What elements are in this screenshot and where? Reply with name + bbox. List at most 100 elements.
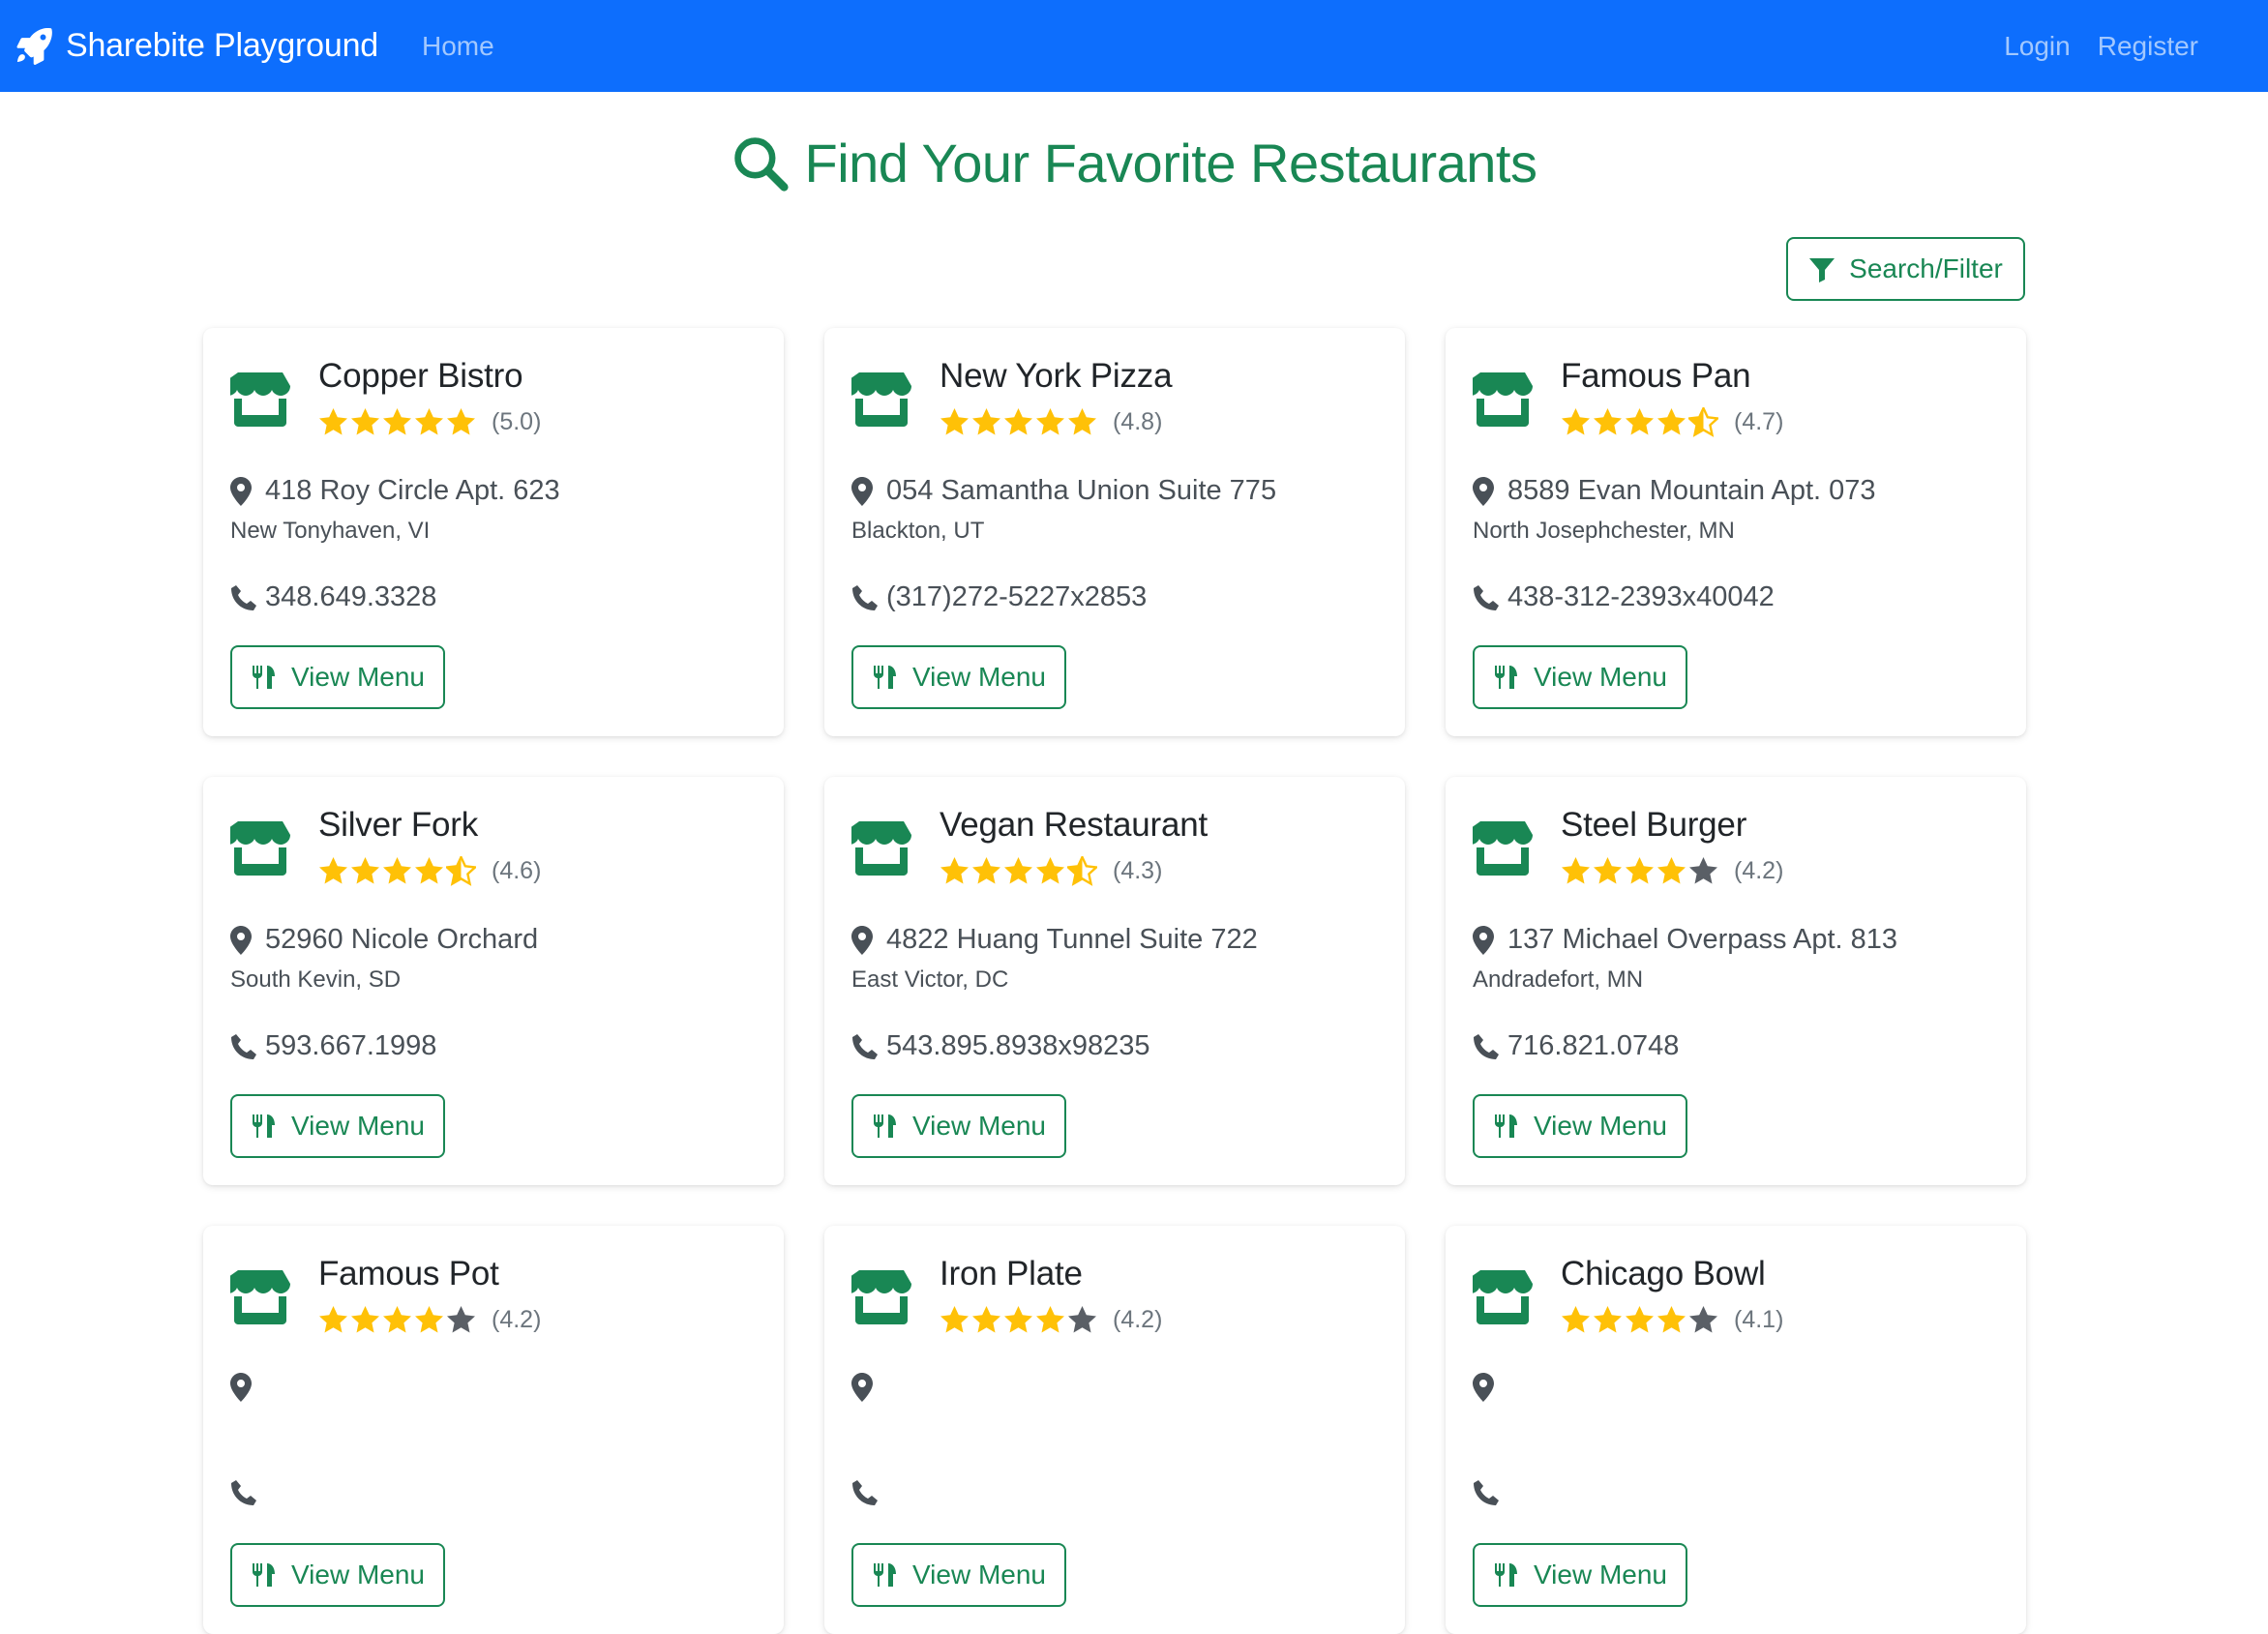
city-text: Blackton, UT xyxy=(851,518,985,544)
view-menu-label: View Menu xyxy=(911,662,1046,692)
address-row: 137 Michael Overpass Apt. 813 xyxy=(1473,924,1897,956)
address-text: 137 Michael Overpass Apt. 813 xyxy=(1507,924,1898,955)
phone-text: 348.649.3328 xyxy=(265,581,437,612)
phone-icon xyxy=(852,584,878,610)
rating-value: (4.6) xyxy=(492,857,542,884)
view-menu-button[interactable]: View Menu xyxy=(851,645,1066,709)
rating-stars xyxy=(318,407,476,437)
search-filter-button[interactable]: Search/Filter xyxy=(1786,237,2025,301)
store-icon xyxy=(1473,1270,1533,1324)
restaurant-card: Vegan Restaurant (4.3) 4822 Huang Tunnel… xyxy=(824,777,1405,1185)
rating-value: (4.1) xyxy=(1734,1306,1784,1333)
rating-stars xyxy=(1561,1305,1718,1335)
star-full-icon xyxy=(1068,408,1096,435)
view-menu-label: View Menu xyxy=(1533,662,1667,692)
address-text: 4822 Huang Tunnel Suite 722 xyxy=(886,924,1258,955)
restaurant-name: Vegan Restaurant xyxy=(940,806,1209,844)
star-full-icon xyxy=(1657,408,1686,435)
phone-text: 716.821.0748 xyxy=(1507,1030,1680,1061)
city-text: New Tonyhaven, VI xyxy=(230,518,431,544)
nav-register-link[interactable]: Register xyxy=(2098,31,2198,62)
utensils-icon xyxy=(1494,666,1517,689)
view-menu-label: View Menu xyxy=(290,1111,425,1141)
view-menu-button[interactable]: View Menu xyxy=(1473,645,1687,709)
utensils-icon xyxy=(873,1114,896,1138)
utensils-icon xyxy=(873,666,896,689)
phone-icon xyxy=(1474,1033,1499,1059)
star-full-icon xyxy=(383,408,411,435)
address-row: 054 Samantha Union Suite 775 xyxy=(851,475,1276,507)
rating-row: (4.7) xyxy=(1561,407,1783,437)
view-menu-label: View Menu xyxy=(1533,1560,1667,1589)
utensils-icon xyxy=(1494,1563,1517,1587)
rating-stars xyxy=(940,407,1097,437)
star-full-icon xyxy=(351,1306,379,1333)
star-empty-icon xyxy=(447,1306,475,1333)
map-pin-icon xyxy=(230,925,252,955)
map-pin-icon xyxy=(230,476,252,506)
map-pin-icon xyxy=(851,1373,873,1402)
map-pin-icon xyxy=(1473,476,1494,506)
view-menu-button[interactable]: View Menu xyxy=(230,645,445,709)
store-icon xyxy=(851,1270,911,1324)
phone-icon xyxy=(852,1033,878,1059)
view-menu-button[interactable]: View Menu xyxy=(851,1543,1066,1607)
star-full-icon xyxy=(415,408,443,435)
page-title-wrap: Find Your Favorite Restaurants xyxy=(0,132,2268,194)
view-menu-button[interactable]: View Menu xyxy=(851,1094,1066,1158)
phone-text: 438-312-2393x40042 xyxy=(1507,581,1775,612)
phone-row: (317)272-5227x2853 xyxy=(851,581,1147,613)
restaurant-card: Silver Fork (4.6) 52960 Nicole Orchard S… xyxy=(203,777,784,1185)
star-full-icon xyxy=(415,857,443,884)
restaurant-card: Copper Bistro (5.0) 418 Roy Circle Apt. … xyxy=(203,328,784,736)
star-half-icon xyxy=(1067,856,1097,886)
restaurant-card: Iron Plate (4.2) View Menu xyxy=(824,1226,1405,1634)
star-full-icon xyxy=(1562,1306,1590,1333)
utensils-icon xyxy=(1494,1114,1517,1138)
brand-link[interactable]: Sharebite Playground xyxy=(15,0,378,92)
address-text: 52960 Nicole Orchard xyxy=(265,924,539,955)
star-full-icon xyxy=(1626,857,1654,884)
phone-row: 716.821.0748 xyxy=(1473,1030,1679,1062)
star-full-icon xyxy=(1657,857,1686,884)
nav-home-link[interactable]: Home xyxy=(422,0,494,92)
star-half-icon xyxy=(1688,407,1718,437)
rating-row: (5.0) xyxy=(318,407,541,437)
rating-value: (4.3) xyxy=(1113,857,1163,884)
view-menu-button[interactable]: View Menu xyxy=(1473,1543,1687,1607)
view-menu-label: View Menu xyxy=(911,1111,1046,1141)
nav-login-link[interactable]: Login xyxy=(2004,31,2071,62)
star-full-icon xyxy=(972,1306,1000,1333)
address-row: 418 Roy Circle Apt. 623 xyxy=(230,475,560,507)
utensils-icon xyxy=(252,1563,275,1587)
star-full-icon xyxy=(1657,1306,1686,1333)
restaurant-name: New York Pizza xyxy=(940,357,1173,395)
star-full-icon xyxy=(383,857,411,884)
rating-stars xyxy=(1561,856,1718,886)
star-full-icon xyxy=(1004,408,1032,435)
address-row xyxy=(1473,1373,1507,1402)
city-text: Andradefort, MN xyxy=(1473,966,1644,993)
star-full-icon xyxy=(447,408,475,435)
map-pin-icon xyxy=(1473,1373,1494,1402)
view-menu-button[interactable]: View Menu xyxy=(230,1094,445,1158)
star-full-icon xyxy=(351,408,379,435)
star-empty-icon xyxy=(1689,1306,1717,1333)
star-full-icon xyxy=(940,1306,969,1333)
view-menu-button[interactable]: View Menu xyxy=(230,1543,445,1607)
restaurant-name: Chicago Bowl xyxy=(1561,1255,1766,1292)
restaurant-card: Famous Pot (4.2) View Menu xyxy=(203,1226,784,1634)
rating-row: (4.2) xyxy=(318,1305,541,1335)
view-menu-button[interactable]: View Menu xyxy=(1473,1094,1687,1158)
view-menu-label: View Menu xyxy=(290,662,425,692)
rating-row: (4.1) xyxy=(1561,1305,1783,1335)
store-icon xyxy=(230,372,290,427)
rocket-icon xyxy=(16,27,52,65)
star-full-icon xyxy=(1626,408,1654,435)
utensils-icon xyxy=(873,1563,896,1587)
view-menu-label: View Menu xyxy=(1533,1111,1667,1141)
nav-right: Login Register xyxy=(2004,0,2198,92)
star-full-icon xyxy=(1004,857,1032,884)
restaurant-card: New York Pizza (4.8) 054 Samantha Union … xyxy=(824,328,1405,736)
star-full-icon xyxy=(972,857,1000,884)
